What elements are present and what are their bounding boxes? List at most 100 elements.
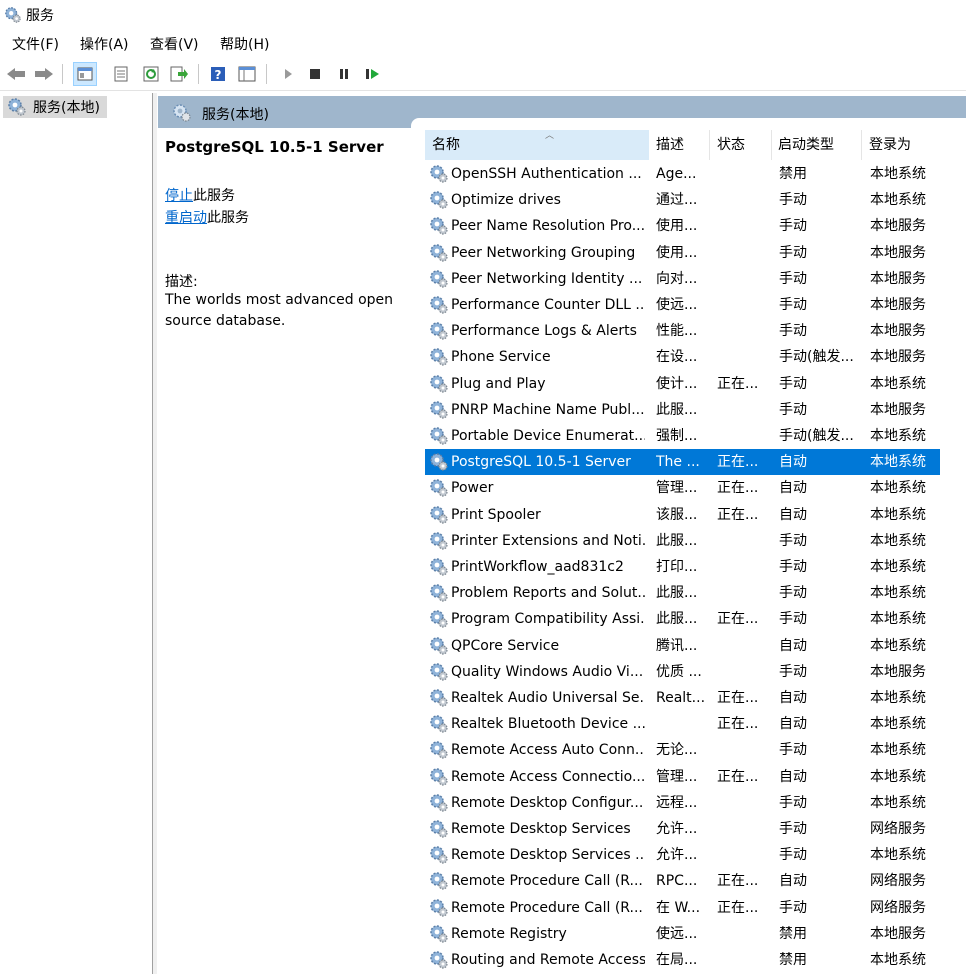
service-name: Printer Extensions and Noti... xyxy=(451,532,645,549)
back-arrow-icon[interactable] xyxy=(4,62,28,86)
service-logon-as: 本地系统 xyxy=(870,428,926,444)
service-startup-type: 手动(触发... xyxy=(779,428,854,444)
resume-service-icon[interactable] xyxy=(361,62,385,86)
service-row[interactable]: Remote Desktop Services ... 允许... 手动 本地系统 xyxy=(425,842,940,868)
service-logon-as: 本地服务 xyxy=(870,925,926,942)
service-row[interactable]: Remote Access Connectio... 管理... 正在... 自动 本地… xyxy=(425,764,940,790)
service-startup-type: 手动 xyxy=(779,532,807,549)
service-row[interactable]: Problem Reports and Solut... 此服... 手动 本地系统 xyxy=(425,580,940,606)
service-description: 向对... xyxy=(656,270,698,287)
service-row[interactable]: Plug and Play 使计... 正在... 手动 本地系统 xyxy=(425,371,940,397)
service-row[interactable]: Peer Networking Identity ... 向对... 手动 本地服务 xyxy=(425,266,940,292)
service-name: Problem Reports and Solut... xyxy=(451,585,645,602)
service-row[interactable]: Program Compatibility Assi... 此服... 正在... 手… xyxy=(425,606,940,632)
service-gear-icon xyxy=(429,793,449,813)
service-row[interactable]: Printer Extensions and Noti... 此服... 手动 本地系… xyxy=(425,528,940,554)
service-logon-as: 本地系统 xyxy=(870,166,926,182)
service-row[interactable]: QPCore Service 腾讯... 自动 本地系统 xyxy=(425,633,940,659)
tree-item-services-local[interactable]: 服务(本地) xyxy=(3,96,107,118)
column-header-description[interactable]: 描述 xyxy=(649,130,711,160)
service-status xyxy=(717,659,767,685)
service-row[interactable]: Realtek Bluetooth Device ... 正在... 自动 本地系统 xyxy=(425,711,940,737)
pause-service-icon[interactable] xyxy=(332,62,356,86)
column-header-row: ︿ 名称 描述 状态 启动类型 登录为 xyxy=(411,130,966,160)
stop-service-icon[interactable] xyxy=(303,62,327,86)
start-service-icon[interactable] xyxy=(276,62,300,86)
service-row[interactable]: Remote Registry 使远... 禁用 本地服务 xyxy=(425,921,940,947)
service-row[interactable]: Performance Logs & Alerts 性能... 手动 本地服务 xyxy=(425,318,940,344)
column-header-status[interactable]: 状态 xyxy=(710,130,772,160)
service-logon-as: 本地系统 xyxy=(870,952,926,968)
service-description: 在局... xyxy=(656,952,698,968)
service-row[interactable]: Print Spooler 该服... 正在... 自动 本地系统 xyxy=(425,502,940,528)
service-startup-type: 手动 xyxy=(779,297,807,313)
service-name: Realtek Audio Universal Se... xyxy=(451,690,645,706)
service-row[interactable]: Power 管理... 正在... 自动 本地系统 xyxy=(425,475,940,501)
service-logon-as: 本地系统 xyxy=(870,690,926,706)
service-logon-as: 本地服务 xyxy=(870,244,926,261)
stop-suffix: 此服务 xyxy=(193,188,235,204)
service-row[interactable]: Performance Counter DLL ... 使远... 手动 本地服务 xyxy=(425,292,940,318)
service-name: Remote Desktop Services xyxy=(451,821,631,837)
service-row[interactable]: Remote Access Auto Conn... 无论... 手动 本地系统 xyxy=(425,737,940,763)
stop-service-link[interactable]: 停止 xyxy=(165,188,193,204)
service-row[interactable]: Remote Procedure Call (R... 在 W... 正在... 手动… xyxy=(425,895,940,921)
service-status xyxy=(717,397,767,423)
service-row[interactable]: Routing and Remote Access 在局... 禁用 本地系统 xyxy=(425,947,940,973)
show-hide-console-tree-icon[interactable] xyxy=(73,62,97,86)
service-row[interactable]: Peer Networking Grouping 使用... 手动 本地服务 xyxy=(425,240,940,266)
properties-icon[interactable] xyxy=(109,62,133,86)
service-status xyxy=(717,292,767,318)
service-row[interactable]: Phone Service 在设... 手动(触发... 本地服务 xyxy=(425,344,940,370)
splitter[interactable] xyxy=(153,93,157,974)
service-row[interactable]: Peer Name Resolution Pro... 使用... 手动 本地服务 xyxy=(425,213,940,239)
service-description: 腾讯... xyxy=(656,637,698,654)
service-status xyxy=(717,737,767,763)
service-row[interactable]: Remote Desktop Services 允许... 手动 网络服务 xyxy=(425,816,940,842)
service-logon-as: 本地服务 xyxy=(870,349,926,366)
restart-service-link[interactable]: 重启动 xyxy=(165,210,207,226)
menu-help[interactable]: 帮助(H) xyxy=(220,34,269,54)
service-status xyxy=(717,528,767,554)
menu-file[interactable]: 文件(F) xyxy=(12,34,59,54)
service-row[interactable]: Remote Desktop Configur... 远程... 手动 本地系统 xyxy=(425,790,940,816)
service-startup-type: 手动 xyxy=(779,559,807,575)
service-startup-type: 手动 xyxy=(779,899,807,916)
service-row[interactable]: PrintWorkflow_aad831c2 打印... 手动 本地系统 xyxy=(425,554,940,580)
help-icon[interactable]: ? xyxy=(206,62,230,86)
service-name: QPCore Service xyxy=(451,637,560,654)
column-header-name[interactable]: ︿ 名称 xyxy=(425,130,649,160)
menu-view[interactable]: 查看(V) xyxy=(150,34,199,54)
service-name: PostgreSQL 10.5-1 Server xyxy=(451,454,631,471)
service-row[interactable]: Optimize drives 通过... 手动 本地系统 xyxy=(425,187,940,213)
service-logon-as: 本地服务 xyxy=(870,401,926,418)
service-startup-type: 手动 xyxy=(779,244,807,261)
service-row[interactable]: PNRP Machine Name Publ... 此服... 手动 本地服务 xyxy=(425,397,940,423)
service-description: RPC... xyxy=(656,873,698,890)
console-tree: 服务(本地) xyxy=(0,93,153,974)
service-description: 此服... xyxy=(656,585,698,602)
service-name: Portable Device Enumerat... xyxy=(451,428,645,444)
service-row[interactable]: Realtek Audio Universal Se... Realt... 正在.… xyxy=(425,685,940,711)
service-status xyxy=(717,240,767,266)
refresh-icon[interactable] xyxy=(139,62,163,86)
description-label: 描述: xyxy=(165,274,198,290)
show-pane-icon[interactable] xyxy=(235,62,259,86)
service-row[interactable]: Remote Procedure Call (R... RPC... 正在... 自动… xyxy=(425,868,940,894)
service-description: 强制... xyxy=(656,428,698,444)
column-header-startup-type[interactable]: 启动类型 xyxy=(771,130,862,160)
service-status xyxy=(717,842,767,868)
service-description: 使用... xyxy=(656,244,698,261)
service-row[interactable]: OpenSSH Authentication ... Age... 禁用 本地系统 xyxy=(425,161,940,187)
column-header-logon-as[interactable]: 登录为 xyxy=(862,130,952,160)
service-row[interactable]: Quality Windows Audio Vi... 优质 ... 手动 本地服务 xyxy=(425,659,940,685)
service-gear-icon xyxy=(429,636,449,656)
service-logon-as: 本地系统 xyxy=(870,637,926,654)
service-logon-as: 本地系统 xyxy=(870,768,926,785)
menu-action[interactable]: 操作(A) xyxy=(80,34,129,54)
export-list-icon[interactable] xyxy=(167,62,191,86)
service-gear-icon xyxy=(429,688,449,708)
service-row[interactable]: PostgreSQL 10.5-1 Server The ... 正在... 自动 本地… xyxy=(425,449,940,476)
service-row[interactable]: Portable Device Enumerat... 强制... 手动(触发...… xyxy=(425,423,940,449)
forward-arrow-icon[interactable] xyxy=(32,62,56,86)
